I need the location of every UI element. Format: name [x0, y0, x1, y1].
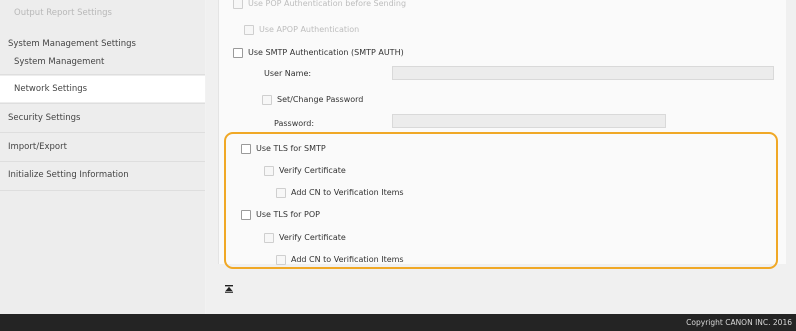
- sidebar-item-import-export[interactable]: Import/Export: [8, 140, 67, 154]
- copyright-text: Copyright CANON INC. 2016: [686, 318, 792, 327]
- verify-certificate-smtp-row: Verify Certificate: [264, 164, 346, 178]
- verify-certificate-smtp-label: Verify Certificate: [279, 166, 346, 175]
- password-input[interactable]: [392, 114, 666, 128]
- back-to-top-icon[interactable]: [224, 284, 234, 294]
- set-change-password-checkbox[interactable]: [262, 95, 272, 105]
- password-label: Password:: [274, 119, 315, 128]
- use-pop-auth-before-sending-row: Use POP Authentication before Sending: [233, 0, 406, 11]
- use-smtp-auth-checkbox[interactable]: [233, 48, 243, 58]
- use-apop-auth-checkbox[interactable]: [244, 25, 254, 35]
- use-tls-for-smtp-row: Use TLS for SMTP: [241, 142, 326, 156]
- verify-certificate-smtp-checkbox[interactable]: [264, 166, 274, 176]
- sidebar-item-network-settings[interactable]: Network Settings: [14, 82, 87, 96]
- sidebar-divider: [0, 103, 205, 104]
- add-cn-smtp-row: Add CN to Verification Items: [276, 186, 404, 200]
- sidebar-item-output-report-settings[interactable]: Output Report Settings: [14, 6, 112, 20]
- sidebar-item-security-settings[interactable]: Security Settings: [8, 111, 80, 125]
- use-smtp-auth-label: Use SMTP Authentication (SMTP AUTH): [248, 48, 404, 57]
- user-name-input[interactable]: [392, 66, 774, 80]
- use-pop-auth-before-sending-label: Use POP Authentication before Sending: [248, 0, 407, 8]
- use-apop-auth-row: Use APOP Authentication: [244, 23, 359, 37]
- sidebar-item-initialize-setting-information[interactable]: Initialize Setting Information: [8, 168, 129, 182]
- use-tls-for-smtp-label: Use TLS for SMTP: [256, 144, 326, 153]
- add-cn-pop-checkbox[interactable]: [276, 255, 286, 265]
- sidebar-item-system-management-settings[interactable]: System Management Settings: [8, 37, 136, 51]
- verify-certificate-pop-row: Verify Certificate: [264, 231, 346, 245]
- add-cn-pop-row: Add CN to Verification Items: [276, 253, 404, 267]
- user-name-label: User Name:: [264, 69, 312, 78]
- sidebar-divider: [0, 161, 205, 162]
- sidebar-item-system-management[interactable]: System Management: [14, 55, 104, 69]
- add-cn-smtp-checkbox[interactable]: [276, 188, 286, 198]
- use-tls-for-pop-checkbox[interactable]: [241, 210, 251, 220]
- use-pop-auth-before-sending-checkbox[interactable]: [233, 0, 243, 9]
- add-cn-smtp-label: Add CN to Verification Items: [291, 188, 404, 197]
- set-change-password-label: Set/Change Password: [277, 95, 364, 104]
- verify-certificate-pop-checkbox[interactable]: [264, 233, 274, 243]
- sidebar-divider: [0, 132, 205, 133]
- use-tls-for-smtp-checkbox[interactable]: [241, 144, 251, 154]
- use-smtp-auth-row: Use SMTP Authentication (SMTP AUTH): [233, 46, 404, 60]
- use-tls-for-pop-row: Use TLS for POP: [241, 208, 320, 222]
- use-apop-auth-label: Use APOP Authentication: [259, 25, 360, 34]
- verify-certificate-pop-label: Verify Certificate: [279, 233, 346, 242]
- sidebar: Output Report Settings System Management…: [0, 0, 205, 314]
- add-cn-pop-label: Add CN to Verification Items: [291, 255, 404, 264]
- sidebar-divider: [0, 74, 205, 75]
- footer: Copyright CANON INC. 2016: [0, 314, 796, 331]
- use-tls-for-pop-label: Use TLS for POP: [256, 210, 320, 219]
- set-change-password-row: Set/Change Password: [262, 93, 363, 107]
- sidebar-divider: [0, 190, 205, 191]
